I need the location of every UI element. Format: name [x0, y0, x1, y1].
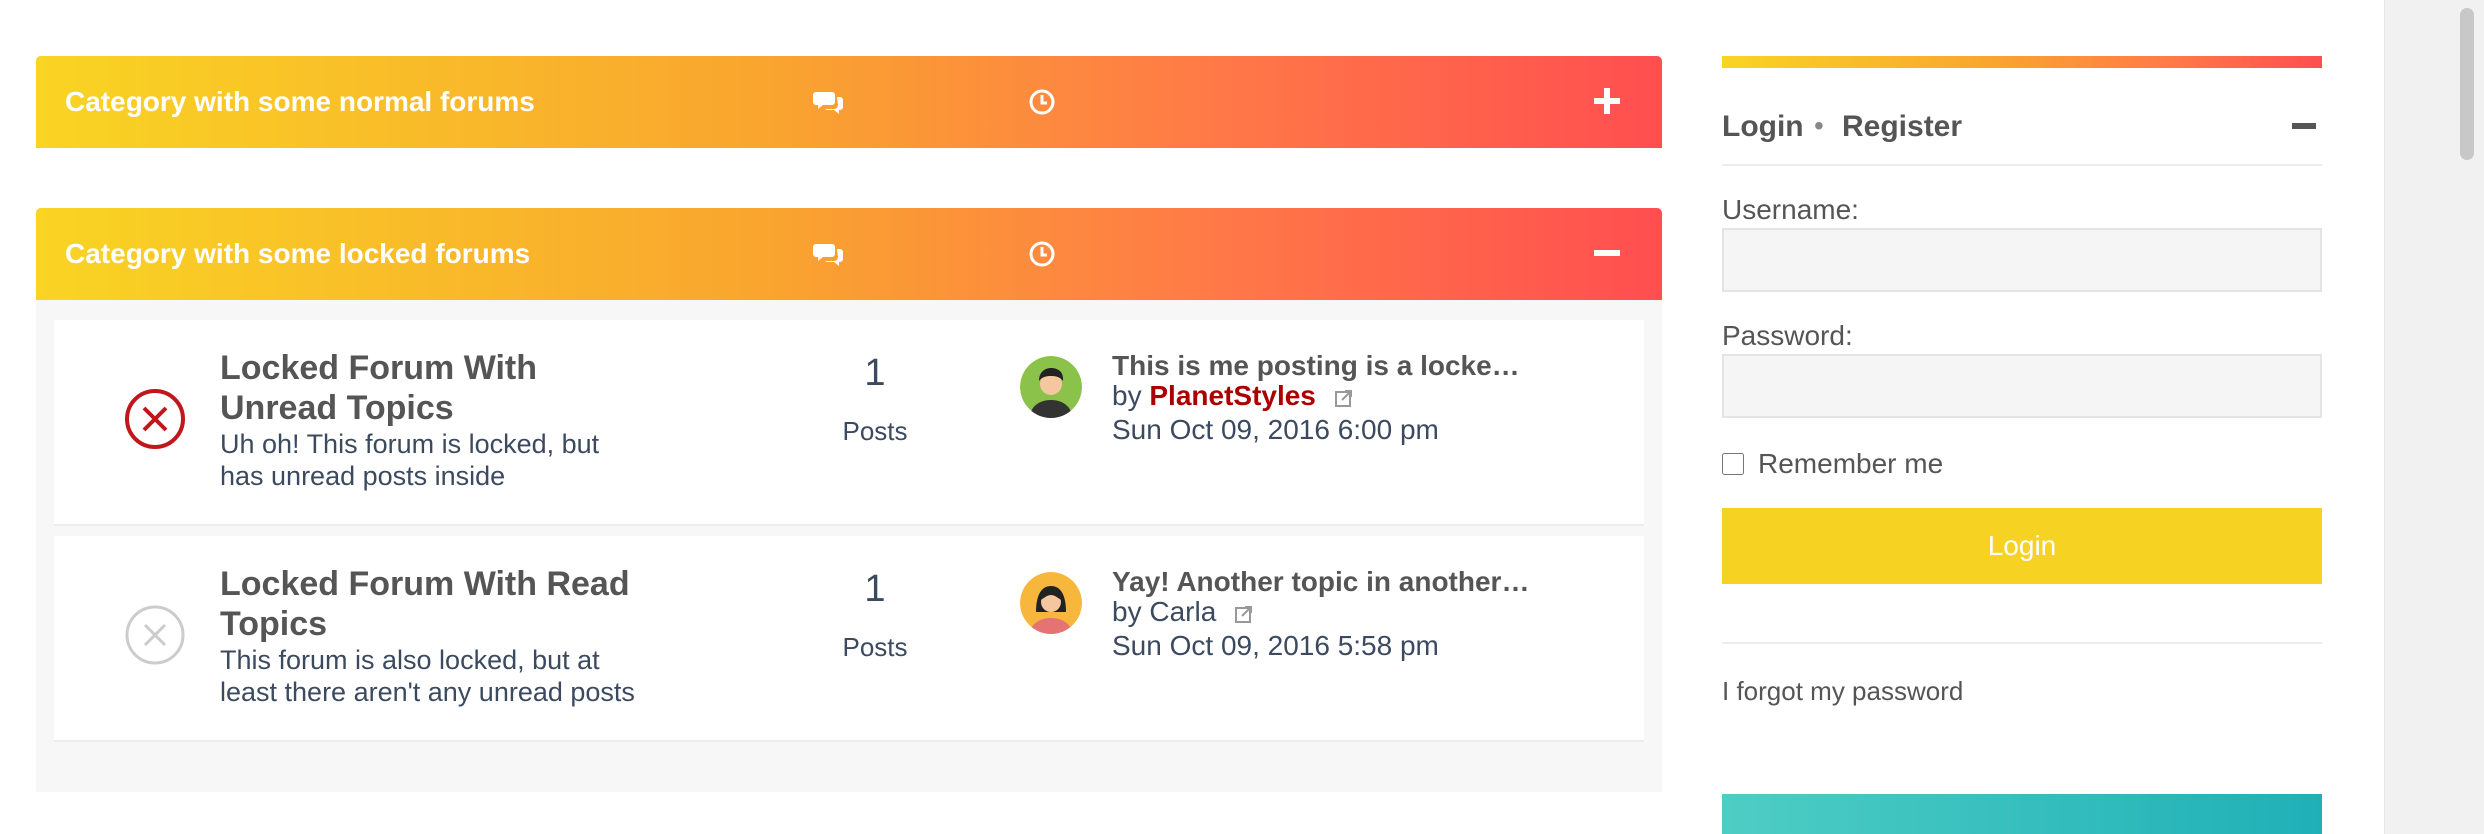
password-input[interactable]	[1722, 354, 2322, 418]
posts-count: 1	[864, 352, 886, 394]
goto-post-icon[interactable]	[1334, 388, 1354, 408]
remember-me[interactable]: Remember me	[1722, 448, 1943, 480]
clock-icon	[1029, 241, 1055, 267]
panel-accent-bar	[1722, 56, 2322, 68]
goto-post-icon[interactable]	[1234, 604, 1254, 624]
forum-row: Locked Forum With Read Topics This forum…	[54, 536, 1644, 742]
password-label: Password:	[1722, 320, 1853, 351]
last-post-author-line: by PlanetStyles	[1112, 380, 1354, 412]
author-link[interactable]: PlanetStyles	[1149, 380, 1316, 411]
by-label: by	[1112, 380, 1142, 411]
last-post-title[interactable]: This is me posting is a locke…	[1112, 350, 1542, 382]
locked-unread-icon	[125, 389, 185, 449]
category-title[interactable]: Category with some locked forums	[65, 208, 530, 300]
separator-dot: •	[1814, 110, 1824, 141]
login-button[interactable]: Login	[1722, 508, 2322, 584]
posts-label: Posts	[842, 632, 908, 662]
forum-title[interactable]: Locked Forum With Read Topics	[220, 564, 640, 644]
plus-icon[interactable]	[1584, 78, 1632, 126]
last-post-author-line: by Carla	[1112, 596, 1254, 628]
comments-icon	[813, 244, 843, 266]
category-header: Category with some normal forums	[36, 56, 1662, 148]
login-panel-header: Login • Register	[1722, 68, 2322, 166]
forgot-password-link[interactable]: I forgot my password	[1722, 676, 1963, 707]
teal-panel-bar	[1722, 794, 2322, 834]
username-input[interactable]	[1722, 228, 2322, 292]
female-avatar[interactable]	[1020, 572, 1082, 634]
last-post-date: Sun Oct 09, 2016 6:00 pm	[1112, 414, 1439, 445]
category-normal-forums: Category with some normal forums	[36, 56, 1662, 148]
clock-icon	[1029, 89, 1055, 115]
posts-count: 1	[864, 568, 886, 610]
by-label: by	[1112, 596, 1142, 627]
last-post-date: Sun Oct 09, 2016 5:58 pm	[1112, 630, 1439, 661]
locked-read-icon	[125, 605, 185, 665]
login-link[interactable]: Login	[1722, 110, 1804, 144]
scrollbar-thumb[interactable]	[2460, 8, 2474, 160]
username-label: Username:	[1722, 194, 1859, 225]
minus-icon[interactable]	[1584, 230, 1632, 278]
forum-description: Uh oh! This forum is locked, but has unr…	[220, 429, 600, 491]
register-link[interactable]: Register	[1842, 110, 1962, 144]
category-header: Category with some locked forums	[36, 208, 1662, 300]
forum-title[interactable]: Locked Forum With Unread Topics	[220, 348, 640, 428]
posts-label: Posts	[842, 416, 908, 446]
remember-label: Remember me	[1758, 448, 1944, 479]
category-locked-forums: Category with some locked forums Locked …	[36, 208, 1662, 792]
last-post-title[interactable]: Yay! Another topic in another…	[1112, 566, 1542, 598]
forum-description: This forum is also locked, but at least …	[220, 645, 635, 707]
collapse-icon[interactable]	[2282, 106, 2322, 146]
divider	[1722, 642, 2322, 644]
login-panel: Login • Register Username: Password: Rem…	[1722, 56, 2322, 706]
comments-icon	[813, 92, 843, 114]
male-avatar[interactable]	[1020, 356, 1082, 418]
category-title[interactable]: Category with some normal forums	[65, 56, 535, 148]
author-link[interactable]: Carla	[1149, 596, 1216, 627]
forum-row: Locked Forum With Unread Topics Uh oh! T…	[54, 320, 1644, 526]
remember-checkbox[interactable]	[1722, 453, 1744, 475]
